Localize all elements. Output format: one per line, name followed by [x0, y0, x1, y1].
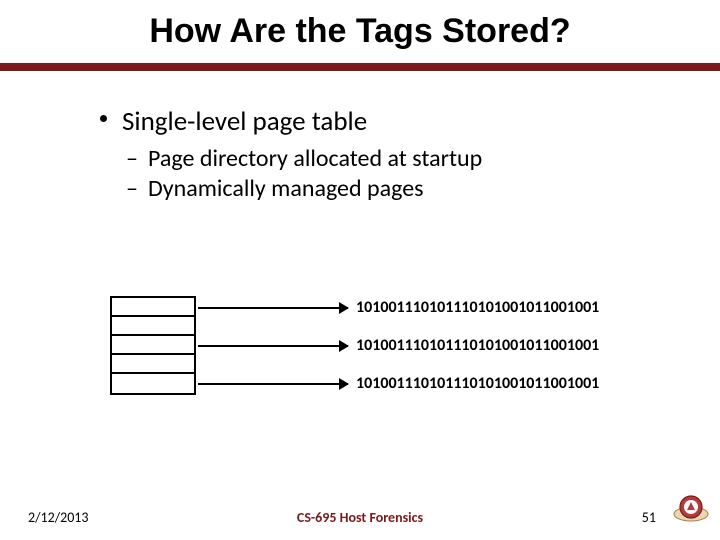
bitstring: 101001110101110101001011001001 [356, 336, 599, 355]
page-table-diagram: 101001110101110101001011001001 101001110… [110, 280, 660, 440]
footer-page-number: 51 [642, 509, 656, 526]
bullet-dash-icon: – [126, 174, 138, 204]
table-row [112, 355, 194, 374]
arrow-icon [198, 383, 348, 385]
university-seal-icon [672, 494, 710, 522]
arrow-icon [198, 307, 348, 309]
slide-title: How Are the Tags Stored? [0, 0, 720, 59]
footer-course: CS-695 Host Forensics [297, 509, 423, 526]
title-underline [0, 63, 720, 71]
table-row [112, 336, 194, 355]
table-row [112, 298, 194, 317]
bullet-level2-text: Dynamically managed pages [148, 174, 424, 203]
bitstring: 101001110101110101001011001001 [356, 374, 599, 393]
content-area: Single-level page table – Page directory… [0, 71, 720, 204]
bitstring: 101001110101110101001011001001 [356, 298, 599, 317]
arrow-icon [198, 345, 348, 347]
bullet-level2: – Page directory allocated at startup [126, 144, 660, 174]
table-row [112, 317, 194, 336]
footer: 2/12/2013 CS-695 Host Forensics 51 [0, 502, 720, 526]
table-row [112, 374, 194, 393]
page-directory-table [110, 296, 196, 395]
bullet-level2-text: Page directory allocated at startup [148, 144, 482, 173]
bullet-level1: Single-level page table [100, 105, 660, 138]
slide: How Are the Tags Stored? Single-level pa… [0, 0, 720, 540]
bullet-dot-icon [100, 115, 107, 122]
footer-date: 2/12/2013 [28, 509, 88, 526]
bullet-dash-icon: – [126, 144, 138, 174]
bullet-level2: – Dynamically managed pages [126, 174, 660, 204]
bullet-level1-text: Single-level page table [122, 105, 367, 138]
